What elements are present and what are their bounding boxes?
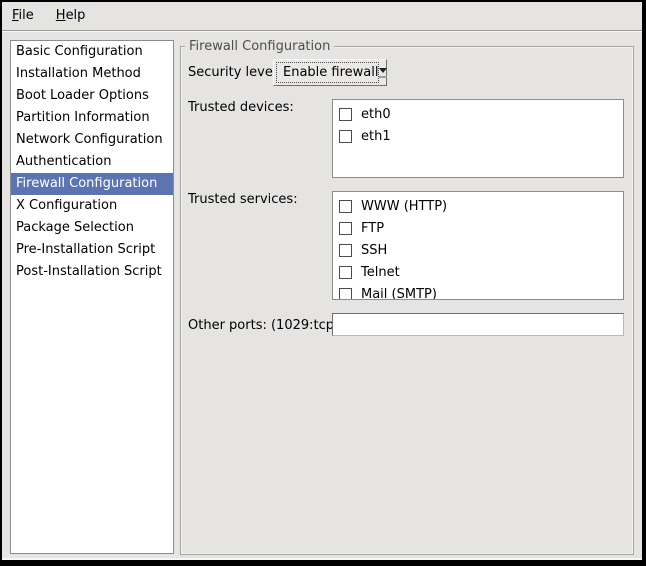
list-item[interactable]: FTP (333, 217, 623, 239)
checkbox[interactable] (339, 130, 352, 143)
sidebar-item[interactable]: Pre-Installation Script (11, 239, 173, 261)
list-item[interactable]: Telnet (333, 261, 623, 283)
menu-help[interactable]: Help (46, 2, 98, 30)
trusted-devices-list[interactable]: eth0 eth1 (332, 99, 624, 178)
sidebar-item[interactable]: Network Configuration (11, 129, 173, 151)
sidebar-item-label: X Configuration (16, 198, 117, 213)
checkbox[interactable] (339, 266, 352, 279)
checkbox[interactable] (339, 222, 352, 235)
menu-bar: File Help (2, 2, 642, 31)
sidebar-item-label: Package Selection (16, 220, 134, 235)
sidebar-item[interactable]: Authentication (11, 151, 173, 173)
sidebar-item-label: Basic Configuration (16, 44, 143, 59)
other-ports-input[interactable] (332, 313, 624, 336)
sidebar-item-label: Network Configuration (16, 132, 163, 147)
checkbox[interactable] (339, 108, 352, 121)
category-list[interactable]: Basic Configuration Installation Method … (10, 40, 174, 554)
security-level-select[interactable]: Enable firewall (273, 59, 387, 86)
checkbox[interactable] (339, 244, 352, 257)
menu-file[interactable]: File (2, 2, 46, 30)
list-item[interactable]: SSH (333, 239, 623, 261)
checkbox-label: SSH (361, 243, 387, 258)
sidebar-item-label: Authentication (16, 154, 111, 169)
sidebar-item[interactable]: Firewall Configuration (11, 173, 173, 195)
other-ports-label: Other ports: (1029:tcp) (188, 318, 339, 333)
sidebar-item[interactable]: Post-Installation Script (11, 261, 173, 283)
sidebar-item-label: Boot Loader Options (16, 88, 149, 103)
trusted-services-label: Trusted services: (188, 192, 298, 207)
sidebar-item[interactable]: X Configuration (11, 195, 173, 217)
trusted-devices-label: Trusted devices: (188, 100, 294, 115)
checkbox[interactable] (339, 200, 352, 213)
sidebar-item-label: Post-Installation Script (16, 264, 162, 279)
list-item[interactable]: eth1 (333, 125, 623, 147)
security-level-value: Enable firewall (276, 62, 379, 83)
sidebar-item-label: Firewall Configuration (16, 176, 157, 191)
sidebar-item[interactable]: Boot Loader Options (11, 85, 173, 107)
checkbox-label: eth1 (361, 129, 391, 144)
checkbox-label: FTP (361, 221, 384, 236)
security-level-label: Security level: (188, 65, 281, 80)
list-item[interactable]: eth0 (333, 103, 623, 125)
sidebar-item[interactable]: Partition Information (11, 107, 173, 129)
list-item[interactable]: Mail (SMTP) (333, 283, 623, 300)
sidebar-item[interactable]: Basic Configuration (11, 41, 173, 63)
sidebar-item[interactable]: Package Selection (11, 217, 173, 239)
app-window: { "menu": { "items": [ { "label": "File"… (0, 0, 646, 566)
sidebar-item[interactable]: Installation Method (11, 63, 173, 85)
checkbox-label: Mail (SMTP) (361, 287, 437, 301)
sidebar-item-label: Pre-Installation Script (16, 242, 155, 257)
trusted-services-list[interactable]: WWW (HTTP) FTP SSH Telnet Mail (SMTP) (332, 191, 624, 300)
list-item[interactable]: WWW (HTTP) (333, 195, 623, 217)
checkbox-label: Telnet (361, 265, 400, 280)
checkbox[interactable] (339, 288, 352, 301)
chevron-down-icon (379, 60, 387, 85)
checkbox-label: WWW (HTTP) (361, 199, 447, 214)
main-window: File Help Basic Configuration Installati… (2, 2, 642, 558)
frame-title: Firewall Configuration (185, 39, 334, 54)
sidebar-item-label: Partition Information (16, 110, 150, 125)
checkbox-label: eth0 (361, 107, 391, 122)
sidebar-item-label: Installation Method (16, 66, 141, 81)
